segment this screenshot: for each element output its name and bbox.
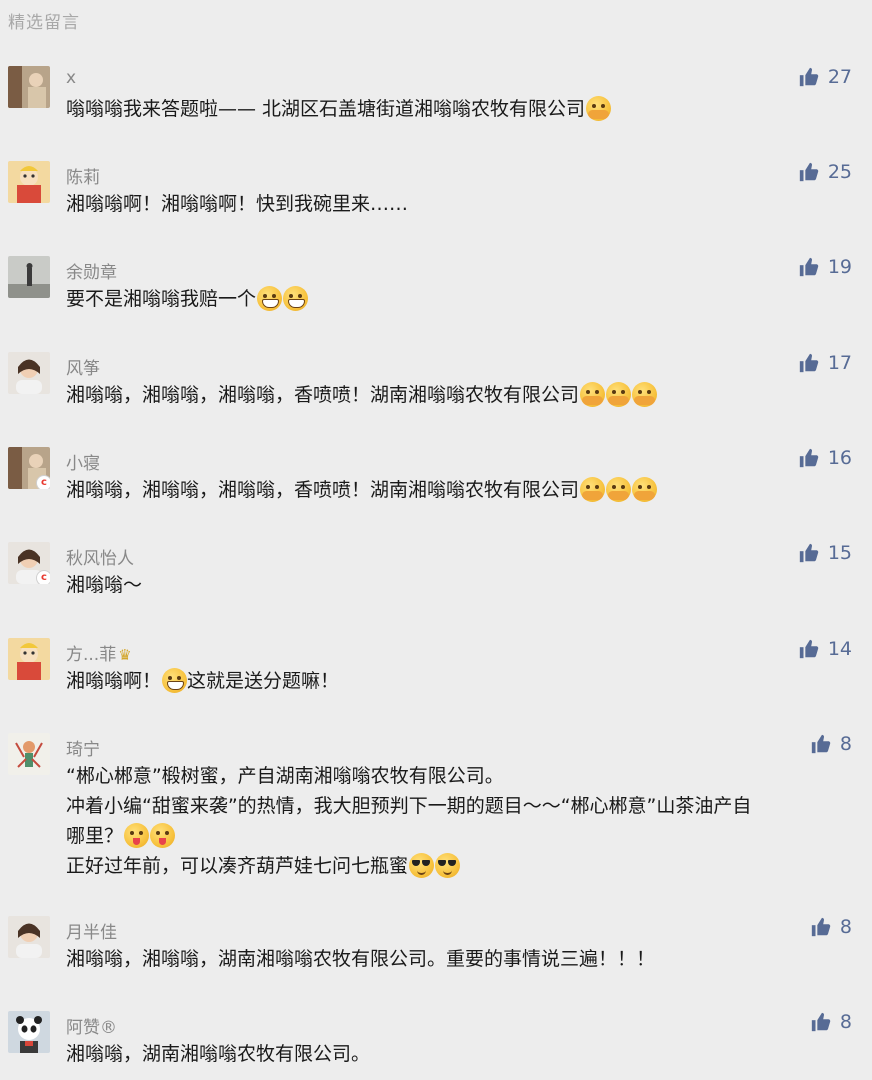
- hug-emoji-icon: [606, 382, 632, 407]
- wink-emoji-icon: [150, 823, 176, 848]
- hug-emoji-icon: [632, 477, 658, 502]
- comment-text: 嗡嗡嗡我来答题啦—— 北湖区石盖塘街道湘嗡嗡农牧有限公司: [66, 94, 848, 124]
- thumbs-up-icon: [798, 638, 820, 660]
- commenter-name[interactable]: 月半佳: [66, 918, 117, 943]
- thumbs-up-icon: [798, 256, 820, 278]
- hug-emoji-icon: [586, 96, 612, 121]
- like-button[interactable]: 8: [810, 916, 852, 938]
- comment-line: 湘嗡嗡，湘嗡嗡，湘嗡嗡，香喷喷！湖南湘嗡嗡农牧有限公司: [66, 384, 580, 406]
- hug-emoji-icon: [606, 477, 632, 502]
- like-count: 15: [827, 542, 852, 564]
- commenter-name[interactable]: 余勋章: [66, 258, 117, 283]
- comment-line: 湘嗡嗡啊！湘嗡嗡啊！快到我碗里来……: [66, 193, 409, 215]
- cool-emoji-icon: [409, 853, 435, 878]
- comment-line: 湘嗡嗡，湘嗡嗡，湘嗡嗡，香喷喷！湖南湘嗡嗡农牧有限公司: [66, 479, 580, 501]
- like-count: 16: [827, 447, 852, 469]
- grin-emoji-icon: [162, 668, 188, 693]
- thumbs-up-icon: [798, 447, 820, 469]
- thumbs-up-icon: [798, 352, 820, 374]
- like-button[interactable]: 25: [798, 161, 852, 183]
- comment-line: 嗡嗡嗡我来答题啦—— 北湖区石盖塘街道湘嗡嗡农牧有限公司: [66, 98, 586, 120]
- like-count: 17: [827, 352, 852, 374]
- thumbs-up-icon: [798, 161, 820, 183]
- like-button[interactable]: 8: [810, 1011, 852, 1033]
- like-button[interactable]: 17: [798, 352, 852, 374]
- hug-emoji-icon: [632, 382, 658, 407]
- like-count: 8: [839, 733, 852, 755]
- avatar-landscape-icon[interactable]: [8, 256, 50, 298]
- hug-emoji-icon: [580, 477, 606, 502]
- avatar-illustration-icon[interactable]: [8, 733, 50, 775]
- avatar-panda-icon[interactable]: [8, 1011, 50, 1053]
- comment-text: 湘嗡嗡啊！ 这就是送分题嘛！: [66, 666, 848, 696]
- commenter-name[interactable]: 琦宁: [66, 735, 100, 760]
- grin-emoji-icon: [257, 286, 283, 311]
- comment-line: 湘嗡嗡，湖南湘嗡嗡农牧有限公司。: [66, 1043, 371, 1065]
- comment-line: 湘嗡嗡～: [66, 574, 143, 596]
- avatar-cartoon-icon[interactable]: [8, 638, 50, 680]
- grin-emoji-icon: [283, 286, 309, 311]
- comment-line: 哪里？: [66, 825, 124, 847]
- comment-line: 湘嗡嗡啊！: [66, 670, 162, 692]
- comment-text: “郴心郴意”椴树蜜，产自湖南湘嗡嗡农牧有限公司。冲着小编“甜蜜来袭”的热情，我大…: [66, 761, 848, 881]
- crown-icon: ♛: [118, 646, 132, 664]
- like-button[interactable]: 16: [798, 447, 852, 469]
- like-count: 8: [839, 1011, 852, 1033]
- like-button[interactable]: 19: [798, 256, 852, 278]
- thumbs-up-icon: [810, 733, 832, 755]
- avatar-cartoon-icon[interactable]: [8, 161, 50, 203]
- commenter-name[interactable]: x: [66, 68, 76, 88]
- like-button[interactable]: 27: [798, 66, 852, 88]
- avatar-portrait-icon[interactable]: [8, 352, 50, 394]
- comment-text: 湘嗡嗡～: [66, 570, 848, 600]
- commenter-name[interactable]: 方...菲 ♛: [66, 640, 132, 665]
- cool-emoji-icon: [435, 853, 461, 878]
- hug-emoji-icon: [580, 382, 606, 407]
- section-title: 精选留言: [8, 13, 80, 33]
- wink-emoji-icon: [124, 823, 150, 848]
- thumbs-up-icon: [810, 1011, 832, 1033]
- comment-line: 这就是送分题嘛！: [187, 670, 340, 692]
- like-button[interactable]: 15: [798, 542, 852, 564]
- commenter-name[interactable]: 秋风怡人: [66, 544, 134, 569]
- avatar-photo-icon[interactable]: [8, 66, 50, 108]
- comment-text: 湘嗡嗡啊！湘嗡嗡啊！快到我碗里来……: [66, 189, 848, 219]
- comment-line: 冲着小编“甜蜜来袭”的热情，我大胆预判下一期的题目～～“郴心郴意”山茶油产自: [66, 795, 752, 817]
- like-count: 8: [839, 916, 852, 938]
- commenter-name[interactable]: 陈莉: [66, 163, 100, 188]
- comment-line: 要不是湘嗡嗡我赔一个: [66, 288, 257, 310]
- like-count: 27: [827, 66, 852, 88]
- thumbs-up-icon: [798, 542, 820, 564]
- avatar-portrait-icon[interactable]: c: [8, 542, 50, 584]
- avatar-portrait-icon[interactable]: [8, 916, 50, 958]
- like-button[interactable]: 14: [798, 638, 852, 660]
- like-count: 14: [827, 638, 852, 660]
- like-button[interactable]: 8: [810, 733, 852, 755]
- comment-line: “郴心郴意”椴树蜜，产自湖南湘嗡嗡农牧有限公司。: [66, 765, 504, 787]
- badge-icon: c: [36, 570, 50, 584]
- badge-icon: c: [36, 475, 50, 489]
- comment-text: 湘嗡嗡，湖南湘嗡嗡农牧有限公司。: [66, 1039, 848, 1069]
- comment-text: 要不是湘嗡嗡我赔一个: [66, 284, 848, 314]
- comment-text: 湘嗡嗡，湘嗡嗡，湘嗡嗡，香喷喷！湖南湘嗡嗡农牧有限公司: [66, 475, 848, 505]
- avatar-photo-icon[interactable]: c: [8, 447, 50, 489]
- commenter-name[interactable]: 小寝: [66, 449, 100, 474]
- thumbs-up-icon: [810, 916, 832, 938]
- commenter-name[interactable]: 风筝: [66, 354, 100, 379]
- comment-text: 湘嗡嗡，湘嗡嗡，湘嗡嗡，香喷喷！湖南湘嗡嗡农牧有限公司: [66, 380, 848, 410]
- comment-text: 湘嗡嗡，湘嗡嗡，湖南湘嗡嗡农牧有限公司。重要的事情说三遍！！！: [66, 944, 848, 974]
- like-count: 25: [827, 161, 852, 183]
- thumbs-up-icon: [798, 66, 820, 88]
- comment-line: 湘嗡嗡，湘嗡嗡，湖南湘嗡嗡农牧有限公司。重要的事情说三遍！！！: [66, 948, 656, 970]
- comment-line: 正好过年前，可以凑齐葫芦娃七问七瓶蜜: [66, 855, 409, 877]
- commenter-name[interactable]: 阿赞®: [66, 1013, 117, 1038]
- like-count: 19: [827, 256, 852, 278]
